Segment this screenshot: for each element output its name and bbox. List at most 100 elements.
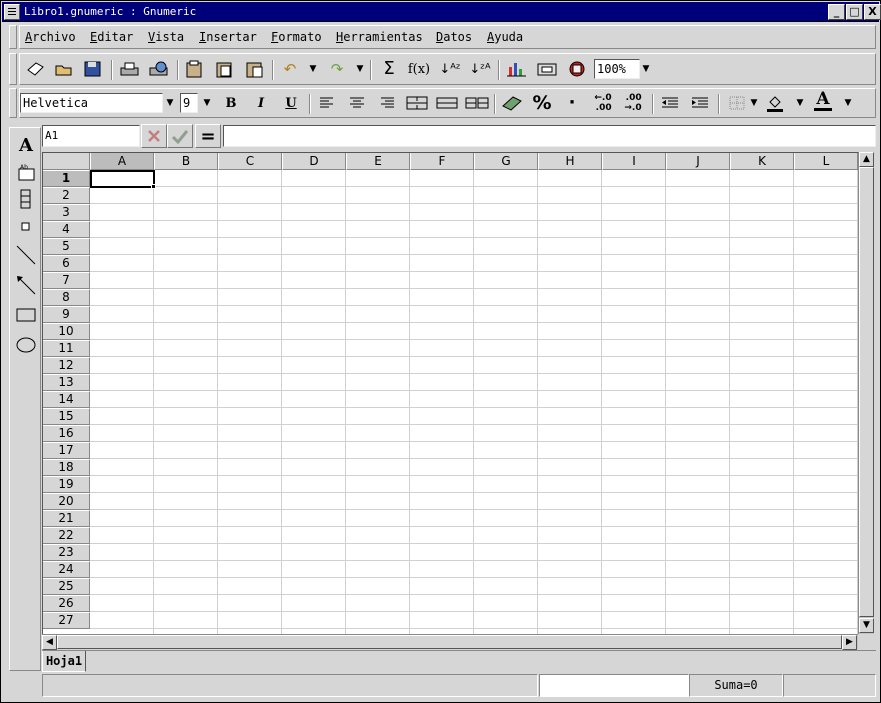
cut-icon[interactable] — [183, 58, 207, 80]
row-header-18[interactable]: 18 — [43, 459, 90, 476]
select-all-corner[interactable] — [43, 153, 90, 170]
redo-dropdown-icon[interactable]: ▼ — [354, 58, 366, 80]
maximize-button[interactable]: □ — [846, 4, 863, 20]
row-header-9[interactable]: 9 — [43, 306, 90, 323]
column-header-d[interactable]: D — [282, 153, 346, 170]
toolbar-grip[interactable] — [9, 53, 17, 85]
column-header-g[interactable]: G — [474, 153, 538, 170]
column-header-e[interactable]: E — [346, 153, 410, 170]
bold-button[interactable]: B — [219, 92, 243, 114]
fill-handle[interactable] — [151, 184, 156, 189]
column-header-j[interactable]: J — [666, 153, 730, 170]
menu-formato[interactable]: Formato — [271, 30, 322, 44]
row-header-10[interactable]: 10 — [43, 323, 90, 340]
save-icon[interactable] — [81, 58, 105, 80]
row-header-2[interactable]: 2 — [43, 187, 90, 204]
row-header-16[interactable]: 16 — [43, 425, 90, 442]
copy-icon[interactable] — [213, 58, 237, 80]
minimize-button[interactable]: _ — [828, 4, 845, 20]
row-header-17[interactable]: 17 — [43, 442, 90, 459]
open-icon[interactable] — [52, 58, 76, 80]
row-header-24[interactable]: 24 — [43, 561, 90, 578]
print-preview-icon[interactable] — [147, 58, 171, 80]
zoom-dropdown-icon[interactable]: ▼ — [640, 58, 652, 80]
menu-datos[interactable]: Datos — [436, 30, 472, 44]
format-toolbar-grip[interactable] — [9, 88, 17, 118]
accept-entry-button[interactable] — [167, 124, 193, 148]
row-header-3[interactable]: 3 — [43, 204, 90, 221]
undo-dropdown-icon[interactable]: ▼ — [307, 58, 319, 80]
row-header-6[interactable]: 6 — [43, 255, 90, 272]
column-header-c[interactable]: C — [218, 153, 282, 170]
text-tool-icon[interactable]: A — [14, 134, 38, 156]
row-header-13[interactable]: 13 — [43, 374, 90, 391]
increase-indent-icon[interactable] — [688, 92, 712, 114]
font-color-dropdown-icon[interactable]: ▼ — [842, 92, 854, 114]
font-color-icon[interactable]: A — [811, 90, 835, 112]
column-header-f[interactable]: F — [410, 153, 474, 170]
font-name-combo[interactable]: Helvetica — [20, 93, 163, 113]
row-header-25[interactable]: 25 — [43, 578, 90, 595]
underline-button[interactable]: U — [279, 92, 303, 114]
new-icon[interactable] — [23, 58, 47, 80]
frame-tool-icon[interactable] — [14, 188, 38, 210]
scroll-left-icon[interactable]: ◀ — [42, 635, 57, 650]
spreadsheet-grid[interactable]: A B C D E F G H I J K L 1 2 3 4 5 6 7 8 9 10 11 12 13 14 15 16 17 18 1… — [42, 152, 858, 634]
sort-ascending-icon[interactable]: ↓ᴬᶻ — [438, 58, 462, 80]
column-header-a[interactable]: A — [90, 153, 154, 170]
autosum-icon[interactable]: Σ — [377, 58, 401, 80]
row-header-8[interactable]: 8 — [43, 289, 90, 306]
title-bar[interactable]: Libro1.gnumeric : Gnumeric _ □ X — [2, 2, 881, 22]
insert-shaped-icon[interactable] — [565, 58, 589, 80]
row-header-20[interactable]: 20 — [43, 493, 90, 510]
row-header-21[interactable]: 21 — [43, 510, 90, 527]
column-header-i[interactable]: I — [602, 153, 666, 170]
paste-icon[interactable] — [243, 58, 267, 80]
column-header-b[interactable]: B — [154, 153, 218, 170]
scroll-right-icon[interactable]: ▶ — [842, 635, 857, 650]
zoom-combo[interactable]: 100% — [594, 59, 640, 79]
menu-editar[interactable]: Editar — [90, 30, 133, 44]
cancel-entry-button[interactable] — [141, 124, 167, 148]
column-header-l[interactable]: L — [794, 153, 858, 170]
active-cell-cursor[interactable] — [90, 170, 155, 188]
align-left-icon[interactable] — [315, 92, 339, 114]
menu-vista[interactable]: Vista — [148, 30, 184, 44]
scroll-up-icon[interactable]: ▲ — [859, 152, 874, 167]
vertical-scroll-thumb[interactable] — [859, 167, 874, 617]
menu-ayuda[interactable]: Ayuda — [487, 30, 523, 44]
redo-icon[interactable]: ↷ — [325, 58, 349, 80]
row-header-12[interactable]: 12 — [43, 357, 90, 374]
print-icon[interactable] — [118, 58, 142, 80]
font-size-combo[interactable]: 9 — [180, 93, 198, 113]
row-header-26[interactable]: 26 — [43, 595, 90, 612]
undo-icon[interactable]: ↶ — [278, 58, 302, 80]
rectangle-tool-icon[interactable] — [14, 304, 38, 326]
percent-button[interactable]: % — [530, 92, 554, 114]
thousands-separator-button[interactable]: · — [560, 92, 584, 114]
ellipse-tool-icon[interactable] — [14, 334, 38, 356]
fill-color-dropdown-icon[interactable]: ▼ — [794, 92, 806, 114]
font-size-dropdown-icon[interactable]: ▼ — [201, 92, 213, 114]
horizontal-scroll-thumb[interactable] — [57, 635, 842, 649]
line-tool-icon[interactable] — [14, 244, 38, 266]
decrease-indent-icon[interactable] — [658, 92, 682, 114]
vertical-scrollbar[interactable]: ▲ ▼ — [858, 152, 874, 634]
row-header-11[interactable]: 11 — [43, 340, 90, 357]
label-tool-icon[interactable]: Ab — [14, 162, 38, 184]
formula-entry[interactable] — [223, 125, 876, 147]
row-header-23[interactable]: 23 — [43, 544, 90, 561]
row-header-15[interactable]: 15 — [43, 408, 90, 425]
scroll-down-icon[interactable]: ▼ — [859, 618, 874, 633]
row-header-27[interactable]: 27 — [43, 612, 90, 629]
row-header-1[interactable]: 1 — [43, 170, 90, 187]
decrease-decimals-icon[interactable]: .00 →.0 — [621, 92, 645, 114]
split-cells-icon[interactable] — [465, 92, 489, 114]
insert-component-icon[interactable] — [535, 58, 559, 80]
fill-color-icon[interactable] — [763, 92, 787, 114]
column-header-k[interactable]: K — [730, 153, 794, 170]
menu-herramientas[interactable]: Herramientas — [336, 30, 423, 44]
window-menu-button[interactable] — [4, 4, 20, 20]
checkbox-tool-icon[interactable] — [14, 216, 38, 238]
close-button[interactable]: X — [864, 4, 881, 20]
